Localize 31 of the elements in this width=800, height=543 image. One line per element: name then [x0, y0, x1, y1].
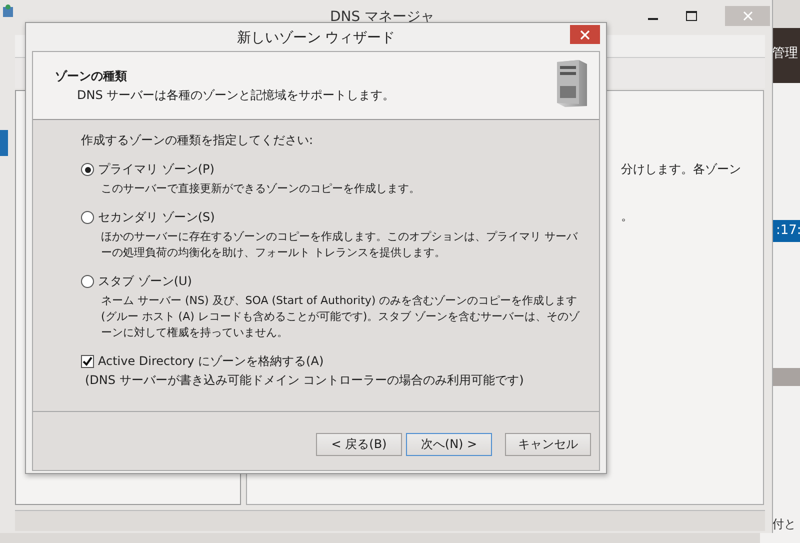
radio-label[interactable]: セカンダリ ゾーン(S) [98, 209, 215, 226]
window-title: DNS マネージャ [330, 8, 435, 26]
radio-label[interactable]: スタブ ゾーン(U) [98, 273, 192, 290]
page-subtitle: DNS サーバーは各種のゾーンと記憶域をサポートします。 [76, 87, 395, 104]
radio-button[interactable] [81, 211, 94, 224]
close-icon [742, 11, 752, 21]
option-description: ネーム サーバー (NS) 及び、SOA (Start of Authority) のみを含むゾーンのコピーを作成します (グルー ホスト (A) レコードも含めることが可能です)。スタブ ゾーンを含むサーバーは、そのゾーンに対して権威を持っていません。 [100, 293, 581, 341]
page-title: ゾーンの種類 [55, 68, 128, 85]
radio-label[interactable]: プライマリ ゾーン(P) [98, 161, 214, 178]
checkbox-label[interactable]: Active Directory にゾーンを格納する(A) [98, 353, 324, 370]
dialog-title: 新しいゾーン ウィザード [236, 29, 396, 47]
table-cell[interactable]: :17: [772, 220, 800, 242]
note-text: (DNS サーバーが書き込み可能ドメイン コントローラーの場合のみ利用可能です) [84, 372, 525, 389]
radio-button[interactable] [81, 163, 94, 176]
dialog-button[interactable]: キャンセル [505, 432, 591, 456]
close-button[interactable] [570, 25, 600, 44]
status-text: 付と [772, 516, 796, 533]
instruction-text: 作成するゾーンの種類を指定してください: [81, 132, 314, 149]
option-description: ほかのサーバーに存在するゾーンのコピーを作成します。このオプションは、プライマリ サーバーの処理負荷の均衡化を助け、フォールト トレランスを提供します。 [100, 229, 579, 261]
app-icon [2, 4, 14, 18]
option-description: このサーバーで直接更新ができるゾーンのコピーを作成します。 [100, 181, 421, 197]
dialog-button[interactable]: 次へ(N) > [406, 432, 492, 456]
maximize-icon[interactable] [686, 11, 697, 21]
close-icon [580, 30, 590, 40]
radio-button[interactable] [81, 275, 94, 288]
checkbox[interactable] [81, 355, 94, 368]
body-text: 分けします。各ゾーン [621, 161, 741, 178]
body-text: 。 [621, 208, 633, 225]
menu-item[interactable]: 管理 [772, 44, 798, 62]
selection-highlight [0, 130, 8, 156]
dialog-button[interactable]: < 戻る(B) [316, 432, 402, 456]
